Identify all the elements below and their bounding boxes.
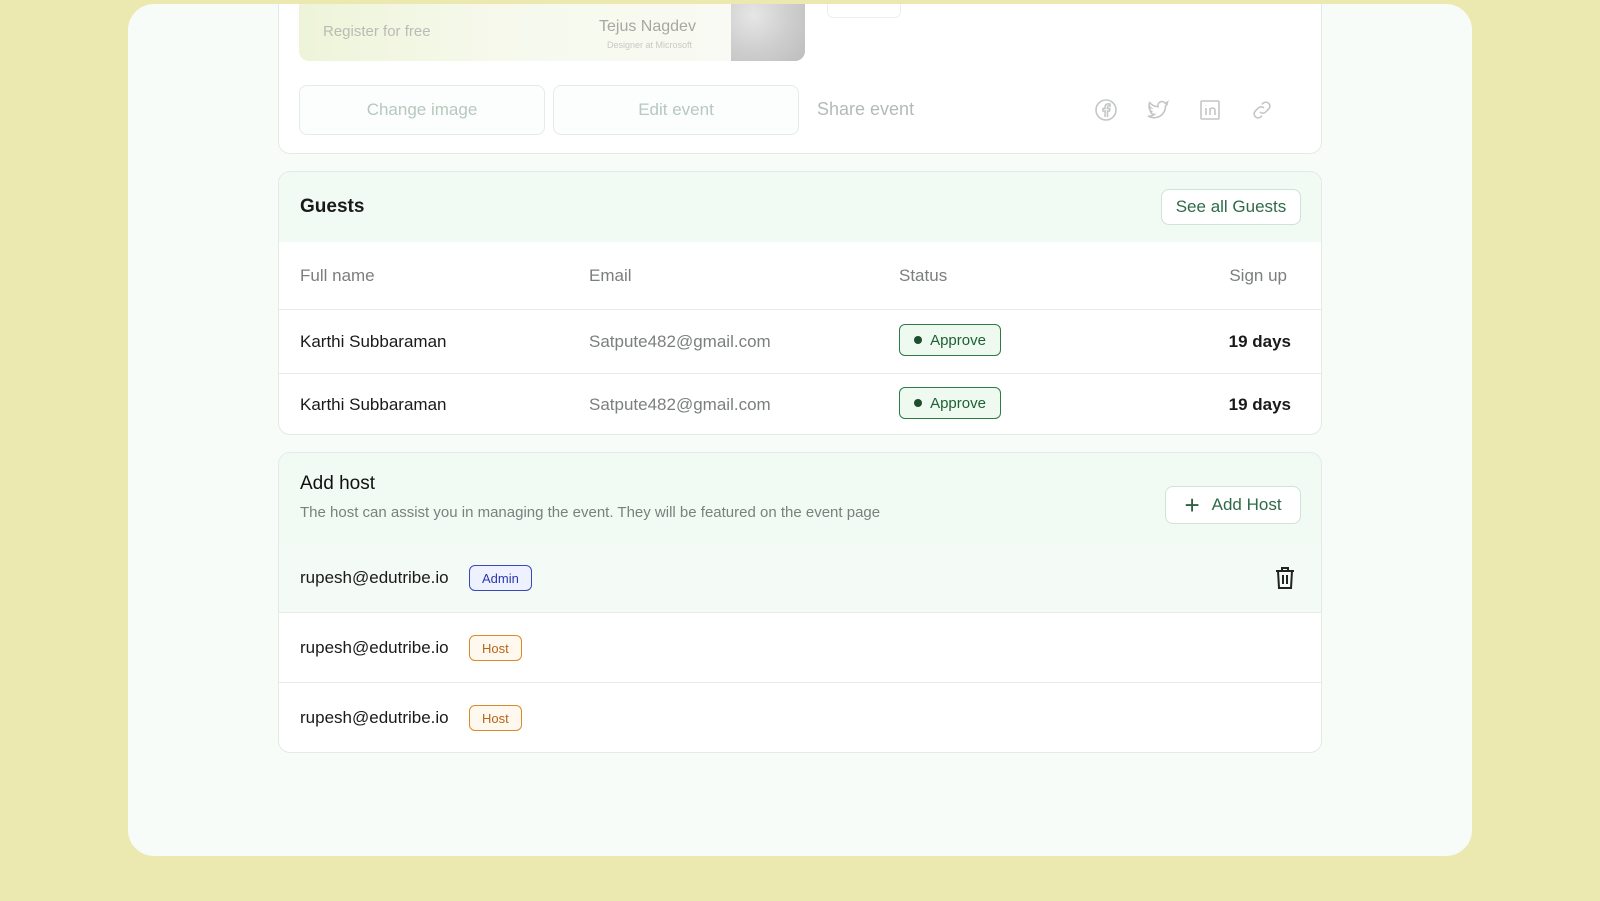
host-role-badge: Host	[469, 705, 522, 731]
app-frame: Register for free Tejus Nagdev Designer …	[128, 4, 1472, 856]
status-dot-icon	[914, 399, 923, 407]
add-host-header: Add host The host can assist you in mana…	[279, 453, 1321, 543]
table-row[interactable]: Karthi Subbaraman Satpute482@gmail.com A…	[279, 373, 1321, 434]
add-host-button[interactable]: + Add Host	[1165, 486, 1301, 524]
column-sign-up: Sign up	[1229, 266, 1287, 285]
host-row[interactable]: rupesh@edutribe.io Host	[279, 613, 1321, 683]
host-row[interactable]: rupesh@edutribe.io Host	[279, 683, 1321, 752]
change-image-button[interactable]: Change image	[299, 85, 545, 135]
status-label: Approve	[930, 331, 986, 349]
linkedin-icon[interactable]	[1197, 97, 1223, 123]
add-host-button-label: Add Host	[1211, 495, 1282, 514]
speaker-photo	[731, 4, 805, 61]
banner-register-text: Register for free	[323, 23, 431, 40]
guests-header: Guests See all Guests	[279, 172, 1321, 242]
guests-title: Guests	[300, 196, 365, 217]
host-role-badge: Host	[469, 635, 522, 661]
speaker-role: Designer at Microsoft	[607, 40, 693, 50]
see-all-guests-button[interactable]: See all Guests	[1161, 189, 1301, 225]
guest-signup: 19 days	[1228, 395, 1291, 414]
share-event-label: Share event	[817, 99, 915, 119]
event-banner: Register for free Tejus Nagdev Designer …	[299, 4, 805, 61]
guest-name: Karthi Subbaraman	[300, 395, 447, 414]
host-email: rupesh@edutribe.io	[300, 708, 449, 727]
status-label: Approve	[930, 394, 986, 412]
twitter-icon[interactable]	[1145, 97, 1171, 123]
link-icon[interactable]	[1249, 97, 1275, 123]
host-row[interactable]: rupesh@edutribe.io Admin	[279, 543, 1321, 613]
host-email: rupesh@edutribe.io	[300, 638, 449, 657]
host-email: rupesh@edutribe.io	[300, 568, 449, 587]
approve-status-badge[interactable]: Approve	[899, 387, 1001, 419]
column-email: Email	[589, 266, 632, 285]
table-row[interactable]: Karthi Subbaraman Satpute482@gmail.com A…	[279, 310, 1321, 374]
approve-status-badge[interactable]: Approve	[899, 324, 1001, 356]
event-card: Register for free Tejus Nagdev Designer …	[278, 4, 1322, 154]
column-full-name: Full name	[300, 266, 375, 285]
guest-name: Karthi Subbaraman	[300, 332, 447, 351]
guests-card: Guests See all Guests Full name Email St…	[278, 171, 1322, 435]
plus-icon: +	[1184, 490, 1200, 520]
status-dot-icon	[914, 336, 923, 344]
add-host-title: Add host	[300, 473, 375, 494]
guest-email: Satpute482@gmail.com	[589, 395, 771, 414]
guest-email: Satpute482@gmail.com	[589, 332, 771, 351]
add-host-description: The host can assist you in managing the …	[300, 504, 881, 521]
trash-icon[interactable]	[1273, 565, 1297, 591]
column-status: Status	[899, 266, 948, 285]
guest-signup: 19 days	[1228, 332, 1291, 351]
speaker-name: Tejus Nagdev	[599, 18, 696, 35]
edit-event-button[interactable]: Edit event	[553, 85, 799, 135]
guests-table-header: Full name Email Status Sign up	[279, 242, 1321, 310]
facebook-icon[interactable]	[1093, 97, 1119, 123]
add-host-card: Add host The host can assist you in mana…	[278, 452, 1322, 753]
event-chip	[827, 4, 901, 18]
admin-role-badge: Admin	[469, 565, 532, 591]
